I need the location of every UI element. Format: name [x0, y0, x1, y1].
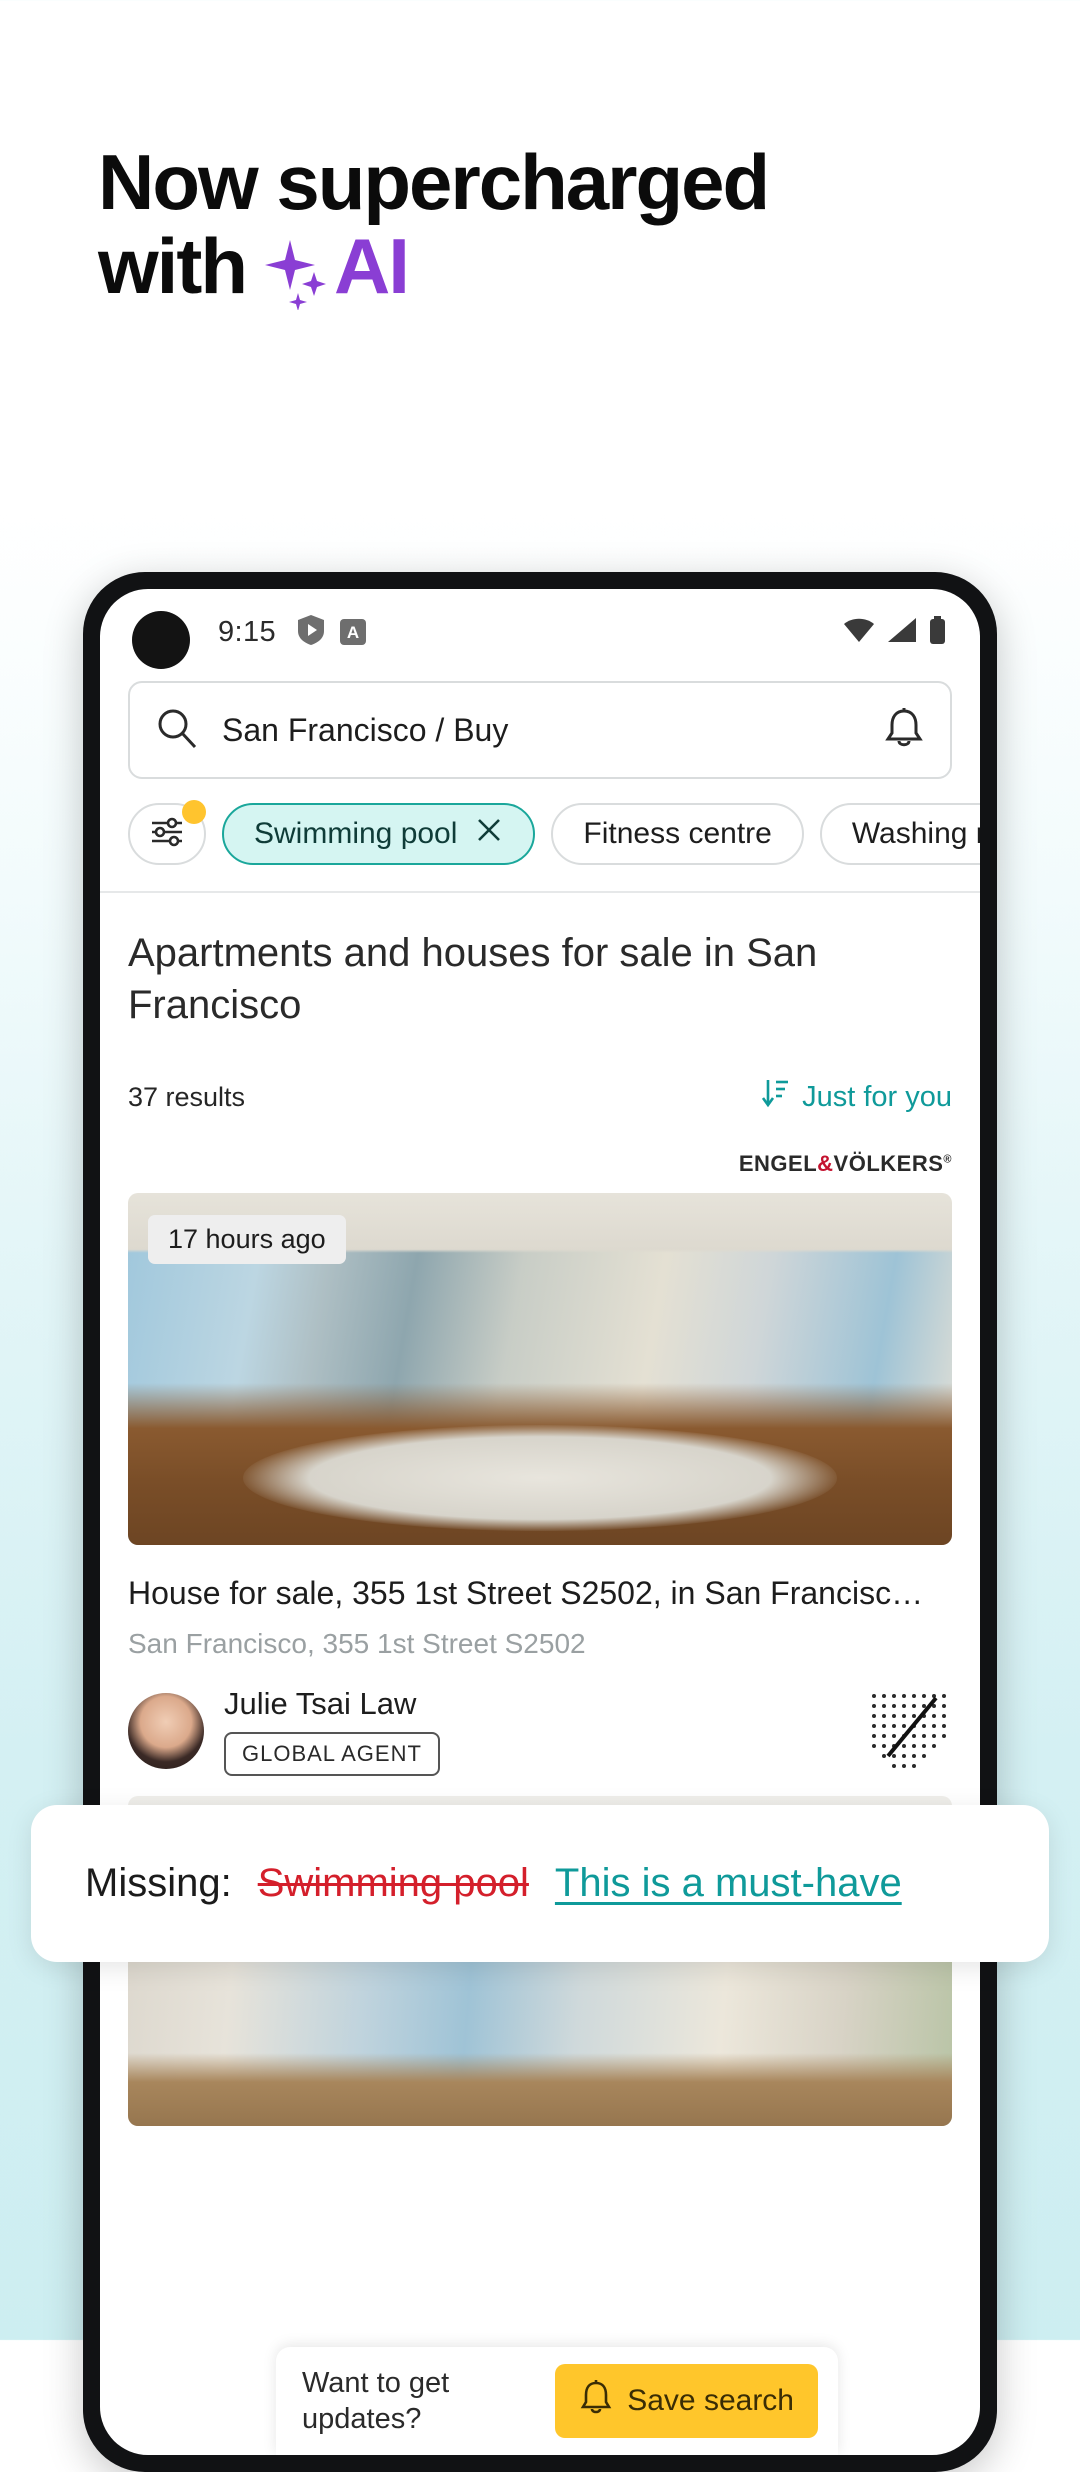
- brand-part1: ENGEL: [738, 1151, 818, 1176]
- filter-chip-label: Fitness centre: [583, 817, 772, 850]
- filter-chip-label: Swimming pool: [254, 817, 458, 850]
- bell-icon: [579, 2379, 613, 2423]
- bell-icon[interactable]: [884, 706, 924, 755]
- agent-name: Julie Tsai Law: [224, 1686, 417, 1721]
- brand-ampersand: &: [817, 1151, 834, 1176]
- carousel-dot[interactable]: [595, 1503, 609, 1517]
- promo-headline-ai: AI: [333, 222, 410, 311]
- carousel-dot[interactable]: [471, 1503, 485, 1517]
- promo-headline-line1: Now supercharged: [98, 138, 770, 226]
- filters-button[interactable]: [128, 800, 206, 865]
- results-header: Apartments and houses for sale in San Fr…: [100, 893, 980, 1117]
- search-input[interactable]: San Francisco / Buy: [222, 712, 884, 749]
- search-bar-container: San Francisco / Buy: [100, 675, 980, 779]
- status-clock: 9:15: [218, 615, 277, 648]
- brand-registered: ®: [943, 1153, 952, 1166]
- save-search-prompt: Want to get updates?: [302, 2366, 450, 2435]
- filter-chip-label: Washing m: [851, 817, 980, 850]
- sort-label: Just for you: [802, 1080, 952, 1113]
- shield-play-icon: [298, 614, 325, 650]
- promo-headline-with: with: [98, 222, 248, 311]
- carousel-dot[interactable]: [502, 1503, 516, 1517]
- wifi-icon: [843, 617, 875, 648]
- branding-row: ENGEL&VÖLKERS®: [100, 1117, 980, 1193]
- status-left-icons: A: [298, 614, 367, 650]
- engel-volkers-logo: ENGEL&VÖLKERS®: [739, 1151, 952, 1177]
- missing-feature-card: Missing: Swimming pool This is a must-ha…: [31, 1805, 1049, 1962]
- save-search-label: Save search: [627, 2384, 794, 2417]
- carousel-dot[interactable]: [533, 1503, 547, 1517]
- carousel-dot[interactable]: [564, 1503, 578, 1517]
- listing-address: San Francisco, 355 1st Street S2502: [128, 1628, 586, 1659]
- listing-card[interactable]: 17 hours ago House for sale, 355 1st Str…: [100, 1193, 980, 1660]
- must-have-link[interactable]: This is a must-have: [555, 1861, 902, 1906]
- search-bar[interactable]: San Francisco / Buy: [128, 681, 952, 779]
- missing-feature-value: Swimming pool: [257, 1861, 529, 1905]
- status-bar: 9:15 A: [100, 589, 980, 675]
- listing-title[interactable]: House for sale, 355 1st Street S2502, in…: [128, 1575, 952, 1612]
- filter-chip-washing-machine[interactable]: Washing m: [819, 803, 980, 865]
- results-meta-row: 37 results Just for you: [128, 1077, 952, 1117]
- filter-chip-row: Swimming pool Fitness centre Washing m: [100, 779, 980, 891]
- listing-time-badge: 17 hours ago: [148, 1215, 346, 1264]
- save-search-button[interactable]: Save search: [555, 2364, 818, 2438]
- phone-mockup: 9:15 A San Francisco / Buy Swimming pool…: [83, 572, 997, 2472]
- page-title: Apartments and houses for sale in San Fr…: [128, 931, 818, 1027]
- save-search-bar: Want to get updates? Save search: [276, 2347, 838, 2455]
- signal-icon: [887, 617, 917, 648]
- sliders-icon: [148, 815, 186, 854]
- status-badge: GLOBAL AGENT: [224, 1732, 440, 1776]
- filter-chip-fitness-centre[interactable]: Fitness centre: [551, 803, 804, 865]
- sparkle-icon: [260, 228, 334, 311]
- alpha-a-icon: A: [340, 619, 367, 645]
- battery-icon: [929, 615, 946, 649]
- dotted-slash-logo-icon: [866, 1688, 952, 1774]
- filters-badge-dot: [182, 800, 206, 824]
- promo-headline: Now supercharged with AI: [98, 138, 978, 311]
- results-count: 37 results: [128, 1081, 246, 1112]
- agent-row[interactable]: Julie Tsai Law GLOBAL AGENT: [100, 1660, 980, 1790]
- filter-chip-swimming-pool[interactable]: Swimming pool: [222, 803, 536, 865]
- promo-headline-line2: with AI: [98, 222, 978, 311]
- sort-descending-icon: [760, 1077, 790, 1117]
- close-icon[interactable]: [475, 816, 503, 852]
- carousel-dots[interactable]: [128, 1503, 952, 1517]
- brand-part2: VÖLKERS: [833, 1151, 944, 1176]
- phone-screen: 9:15 A San Francisco / Buy Swimming pool…: [100, 589, 980, 2455]
- listing-photo[interactable]: 17 hours ago: [128, 1193, 952, 1545]
- status-right-icons: [843, 615, 946, 649]
- search-icon: [156, 707, 198, 754]
- camera-punch-hole: [132, 611, 190, 669]
- agent-info: Julie Tsai Law GLOBAL AGENT: [224, 1686, 440, 1776]
- sort-button[interactable]: Just for you: [760, 1077, 952, 1117]
- avatar: [128, 1693, 204, 1769]
- missing-label: Missing:: [85, 1861, 232, 1905]
